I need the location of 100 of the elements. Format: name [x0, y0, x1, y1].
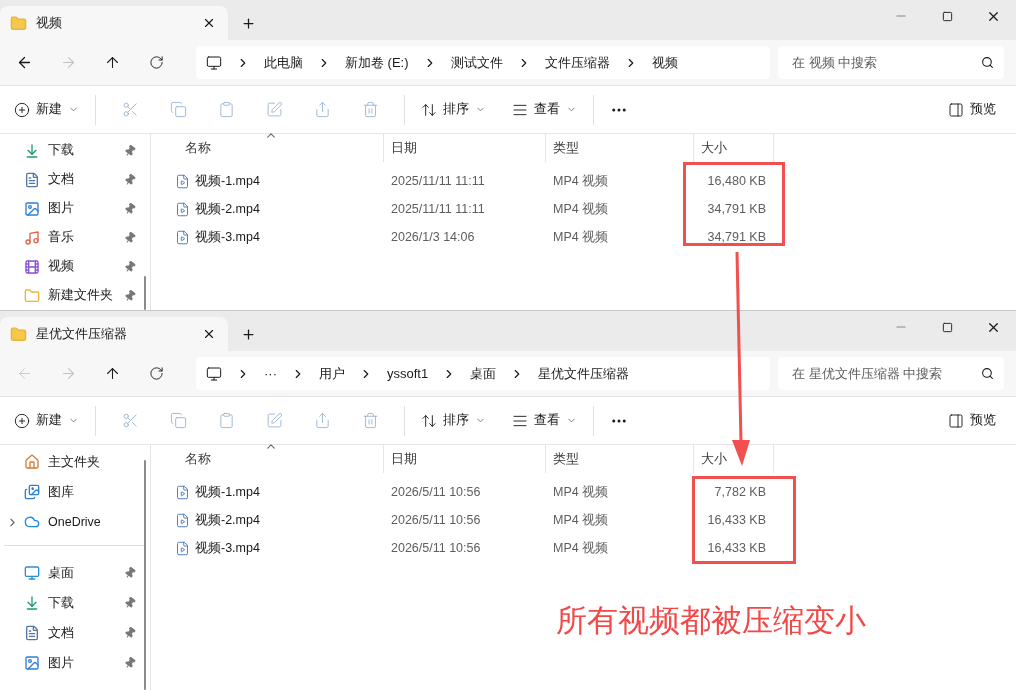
- video-file-icon: [175, 512, 190, 528]
- maximize-icon[interactable]: [941, 10, 953, 22]
- breadcrumb-item[interactable]: 桌面: [470, 364, 497, 383]
- breadcrumb-item[interactable]: 新加卷 (E:): [345, 53, 409, 72]
- plus-circle-icon[interactable]: [14, 101, 30, 118]
- sidebar-item[interactable]: 下载: [0, 136, 150, 165]
- column-header[interactable]: 类型: [546, 445, 694, 473]
- date-cell-text: 2026/5/11 10:56: [390, 484, 482, 501]
- sidebar-item[interactable]: 音乐: [0, 223, 150, 252]
- breadcrumb-item[interactable]: 星优文件压缩器: [538, 364, 630, 383]
- type-cell-text: MP4 视频: [552, 172, 610, 190]
- view-button[interactable]: 查看: [506, 97, 583, 122]
- sort-button[interactable]: 排序: [415, 408, 492, 433]
- size-cell-text: 16,480 KB: [706, 173, 767, 190]
- type-cell-text: MP4 视频: [552, 228, 610, 246]
- size-cell-text: 7,782 KB: [713, 484, 767, 501]
- type-cell-text: MP4 视频: [552, 539, 610, 557]
- file-name-cell[interactable]: 视频-2.mp4: [159, 195, 384, 223]
- desktop-icon: [24, 565, 40, 581]
- cloud-icon: [24, 514, 40, 530]
- folder-icon: [24, 287, 40, 304]
- search-icon[interactable]: [981, 56, 994, 69]
- computer-icon: [206, 365, 222, 382]
- sort-button[interactable]: 排序: [415, 97, 492, 122]
- scrollbar[interactable]: [144, 460, 146, 690]
- plus-icon[interactable]: [240, 326, 256, 342]
- breadcrumb-item[interactable]: yssoft1: [387, 366, 429, 381]
- file-name-cell[interactable]: 视频-3.mp4: [159, 534, 384, 562]
- column-header[interactable]: 名称: [159, 134, 384, 162]
- sidebar-item[interactable]: 桌面: [0, 558, 150, 588]
- sidebar-item[interactable]: OneDrive: [0, 507, 150, 537]
- new-button[interactable]: 新建: [8, 97, 85, 122]
- file-name-cell[interactable]: 视频-2.mp4: [159, 506, 384, 534]
- file-name-cell[interactable]: 视频-3.mp4: [159, 223, 384, 251]
- sort-arrows-icon[interactable]: [421, 412, 437, 429]
- home-icon: [24, 454, 40, 470]
- sidebar-item[interactable]: 新建文件夹: [0, 281, 150, 310]
- document-icon: [24, 625, 40, 641]
- column-header[interactable]: 大小: [694, 134, 774, 162]
- column-header[interactable]: 日期: [384, 445, 546, 473]
- address-bar[interactable]: ··· 用户 yssoft1 桌面 星优文件压缩器: [196, 357, 770, 390]
- scrollbar[interactable]: [144, 276, 146, 310]
- sidebar-item[interactable]: 图片: [0, 648, 150, 678]
- sidebar-item[interactable]: 主文件夹: [0, 447, 150, 477]
- video-file-icon: [175, 173, 190, 189]
- sort-arrows-icon[interactable]: [421, 101, 437, 118]
- date-cell-text: 2026/5/11 10:56: [390, 540, 482, 557]
- column-header[interactable]: 类型: [546, 134, 694, 162]
- breadcrumb-item[interactable]: 用户: [319, 364, 345, 383]
- video-file-icon: [175, 540, 190, 556]
- picture-icon: [24, 200, 40, 217]
- sidebar-item[interactable]: 下载: [0, 588, 150, 618]
- search-field[interactable]: 在 星优文件压缩器 中搜索: [778, 357, 1004, 390]
- date-cell-text: 2025/11/11 11:11: [390, 201, 486, 218]
- breadcrumb-item[interactable]: 视频: [651, 53, 678, 72]
- panel-icon[interactable]: [948, 412, 964, 429]
- plus-circle-icon[interactable]: [14, 412, 30, 429]
- sidebar-item[interactable]: 文档: [0, 165, 150, 194]
- search-icon[interactable]: [981, 367, 994, 380]
- file-name-cell[interactable]: 视频-1.mp4: [159, 167, 384, 195]
- refresh-icon[interactable]: [148, 366, 164, 381]
- plus-icon[interactable]: [240, 15, 256, 31]
- date-cell-text: 2025/11/11 11:11: [390, 173, 486, 190]
- search-field[interactable]: 在 视频 中搜索: [778, 46, 1004, 79]
- folder-icon: [10, 325, 27, 343]
- date-cell-text: 2026/1/3 14:06: [390, 229, 476, 246]
- breadcrumb-item[interactable]: 此电脑: [264, 53, 303, 72]
- tab-title: 星优文件压缩器: [36, 325, 128, 343]
- column-header[interactable]: 名称: [159, 445, 384, 473]
- maximize-icon[interactable]: [941, 321, 953, 333]
- refresh-icon[interactable]: [148, 55, 164, 70]
- column-header[interactable]: 日期: [384, 134, 546, 162]
- new-button[interactable]: 新建: [8, 408, 85, 433]
- panel-icon[interactable]: [948, 101, 964, 118]
- preview-button[interactable]: 预览: [942, 408, 1002, 433]
- sidebar-item[interactable]: 视频: [0, 252, 150, 281]
- video-file-icon: [175, 229, 190, 245]
- tab-title: 视频: [36, 14, 63, 32]
- music-icon: [24, 229, 40, 246]
- video-file-icon: [175, 484, 190, 500]
- file-name-cell[interactable]: 视频-1.mp4: [159, 478, 384, 506]
- document-icon: [24, 171, 40, 188]
- video-file-icon: [175, 201, 190, 217]
- sidebar-item[interactable]: 图库: [0, 477, 150, 507]
- view-button[interactable]: 查看: [506, 408, 583, 433]
- date-cell-text: 2026/5/11 10:56: [390, 512, 482, 529]
- preview-button[interactable]: 预览: [942, 97, 1002, 122]
- size-cell-text: 16,433 KB: [706, 540, 767, 557]
- sidebar-item[interactable]: 文档: [0, 618, 150, 648]
- type-cell-text: MP4 视频: [552, 200, 610, 218]
- type-cell-text: MP4 视频: [552, 483, 610, 501]
- sidebar-item[interactable]: 图片: [0, 194, 150, 223]
- folder-icon: [10, 14, 27, 32]
- breadcrumb-item[interactable]: 测试文件: [450, 53, 503, 72]
- download-icon: [24, 595, 40, 611]
- breadcrumb-item[interactable]: 文件压缩器: [544, 53, 610, 72]
- type-cell-text: MP4 视频: [552, 511, 610, 529]
- breadcrumb-item[interactable]: ···: [264, 366, 277, 381]
- address-bar[interactable]: 此电脑 新加卷 (E:) 测试文件 文件压缩器 视频: [196, 46, 770, 79]
- download-icon: [24, 142, 40, 159]
